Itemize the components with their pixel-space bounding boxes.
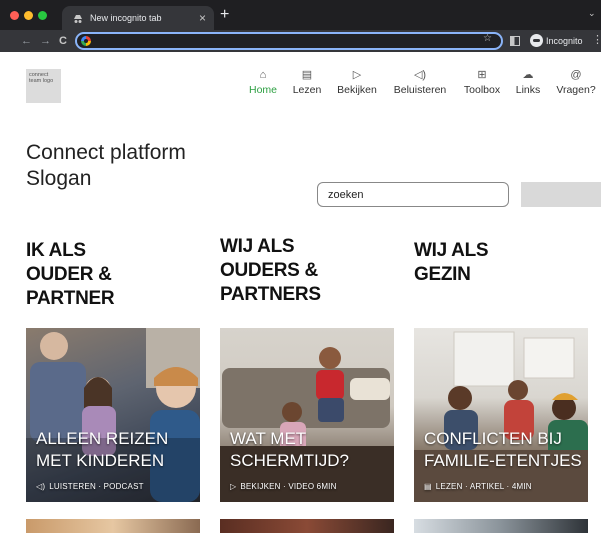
card-meta: ▷ BEKIJKEN · VIDEO 6MIN [230,482,337,491]
new-tab-icon[interactable]: + [220,6,234,24]
content-card[interactable]: WAT MET SCHERMTIJD? ▷ BEKIJKEN · VIDEO 6M… [220,328,394,502]
nav-lezen-label: Lezen [292,84,322,96]
heading-line: OUDERS & [220,260,318,281]
speaker-icon: ◁) [413,69,427,81]
card-title-line: FAMILIE-ETENTJES [424,451,582,470]
tab-close-icon[interactable]: × [199,6,206,30]
card-meta-text: BEKIJKEN · VIDEO 6MIN [240,482,337,491]
more-options-icon[interactable]: ⋮ [592,33,601,47]
side-panel-icon[interactable] [510,36,520,46]
nav-links[interactable]: ☁ Links [512,68,544,96]
back-icon[interactable]: ← [21,33,32,49]
home-icon: ⌂ [259,69,267,81]
close-window-icon[interactable] [10,11,19,20]
column-heading-wij-als-gezin: WIJ ALS GEZIN [414,239,489,287]
card-title-line: WAT MET [230,429,307,448]
card-title-line: MET KINDEREN [36,451,165,470]
search-button[interactable] [521,182,601,207]
column-heading-ik-als-ouder: IK ALS OUDER & PARTNER [26,239,115,311]
incognito-tab-icon [74,15,82,23]
card-title: WAT MET SCHERMTIJD? [230,428,349,472]
document-icon: ▤ [301,69,313,81]
heading-line: PARTNER [26,288,115,309]
nav-home[interactable]: ⌂ Home [246,68,280,96]
heading-line: OUDER & [26,264,112,285]
content-card[interactable]: CONFLICTEN BIJ FAMILIE-ETENTJES ▤ LEZEN ·… [414,328,588,502]
google-icon [81,36,91,46]
card-title-line: ALLEEN REIZEN [36,429,169,448]
nav-beluisteren[interactable]: ◁) Beluisteren [389,68,451,96]
content-card-partial[interactable] [414,519,588,533]
content-card[interactable]: ALLEEN REIZEN MET KINDEREN ◁) LUISTEREN ·… [26,328,200,502]
nav-vragen[interactable]: @ Vragen? [553,68,599,96]
incognito-label[interactable]: Incognito [546,34,583,48]
nav-bekijken[interactable]: ▷ Bekijken [334,68,380,96]
card-title: ALLEEN REIZEN MET KINDEREN [36,428,168,472]
site-logo[interactable]: connect team logo [26,69,61,103]
reload-icon[interactable]: C [59,33,67,49]
browser-tab-bar: New incognito tab × + ⌄ [0,0,601,30]
card-meta-text: LUISTEREN · PODCAST [49,482,144,491]
play-icon: ▷ [230,482,237,491]
document-icon: ▤ [424,482,432,491]
speaker-icon: ◁) [36,482,46,491]
card-title-line: SCHERMTIJD? [230,451,350,470]
heading-line: GEZIN [414,264,471,285]
cloud-icon: ☁ [522,69,534,81]
card-title-line: CONFLICTEN BIJ [424,429,562,448]
gift-icon: ⊞ [477,69,487,81]
incognito-icon[interactable] [530,34,543,47]
nav-links-label: Links [515,84,541,96]
forward-icon[interactable]: → [40,33,51,49]
bookmark-star-icon[interactable]: ☆ [483,32,492,46]
card-title: CONFLICTEN BIJ FAMILIE-ETENTJES [424,428,582,472]
nav-bekijken-label: Bekijken [337,84,377,96]
card-photo [26,328,200,502]
card-photo [414,331,588,502]
tab-title: New incognito tab [90,13,162,23]
slogan: Slogan [26,167,92,190]
nav-vragen-label: Vragen? [556,84,596,96]
heading-line: WIJ ALS [414,240,489,261]
heading-line: WIJ ALS [220,236,295,257]
card-meta: ◁) LUISTEREN · PODCAST [36,482,144,491]
page-title: Connect platform Slogan [26,140,186,192]
nav-beluisteren-label: Beluisteren [393,84,447,96]
minimize-window-icon[interactable] [24,11,33,20]
address-bar[interactable] [75,32,503,50]
card-photo [220,347,394,502]
tab-search-icon[interactable]: ⌄ [588,8,596,19]
card-meta: ▤ LEZEN · ARTIKEL · 4MIN [424,482,532,491]
heading-line: IK ALS [26,240,86,261]
maximize-window-icon[interactable] [38,11,47,20]
nav-lezen[interactable]: ▤ Lezen [289,68,325,96]
page-title-line: Connect platform [26,141,186,164]
column-heading-wij-als-ouders: WIJ ALS OUDERS & PARTNERS [220,235,321,307]
nav-toolbox[interactable]: ⊞ Toolbox [460,68,504,96]
card-meta-text: LEZEN · ARTIKEL · 4MIN [435,482,532,491]
nav-home-label: Home [248,84,277,96]
content-card-partial[interactable] [26,519,200,533]
content-card-partial[interactable] [220,519,394,533]
browser-toolbar: ← → C ☆ Incognito ⋮ [0,30,601,52]
play-icon: ▷ [352,69,362,81]
browser-tab[interactable]: New incognito tab × [62,6,214,30]
nav-toolbox-label: Toolbox [463,84,501,96]
at-icon: @ [570,69,582,81]
search-input[interactable] [317,182,509,207]
heading-line: PARTNERS [220,284,321,305]
